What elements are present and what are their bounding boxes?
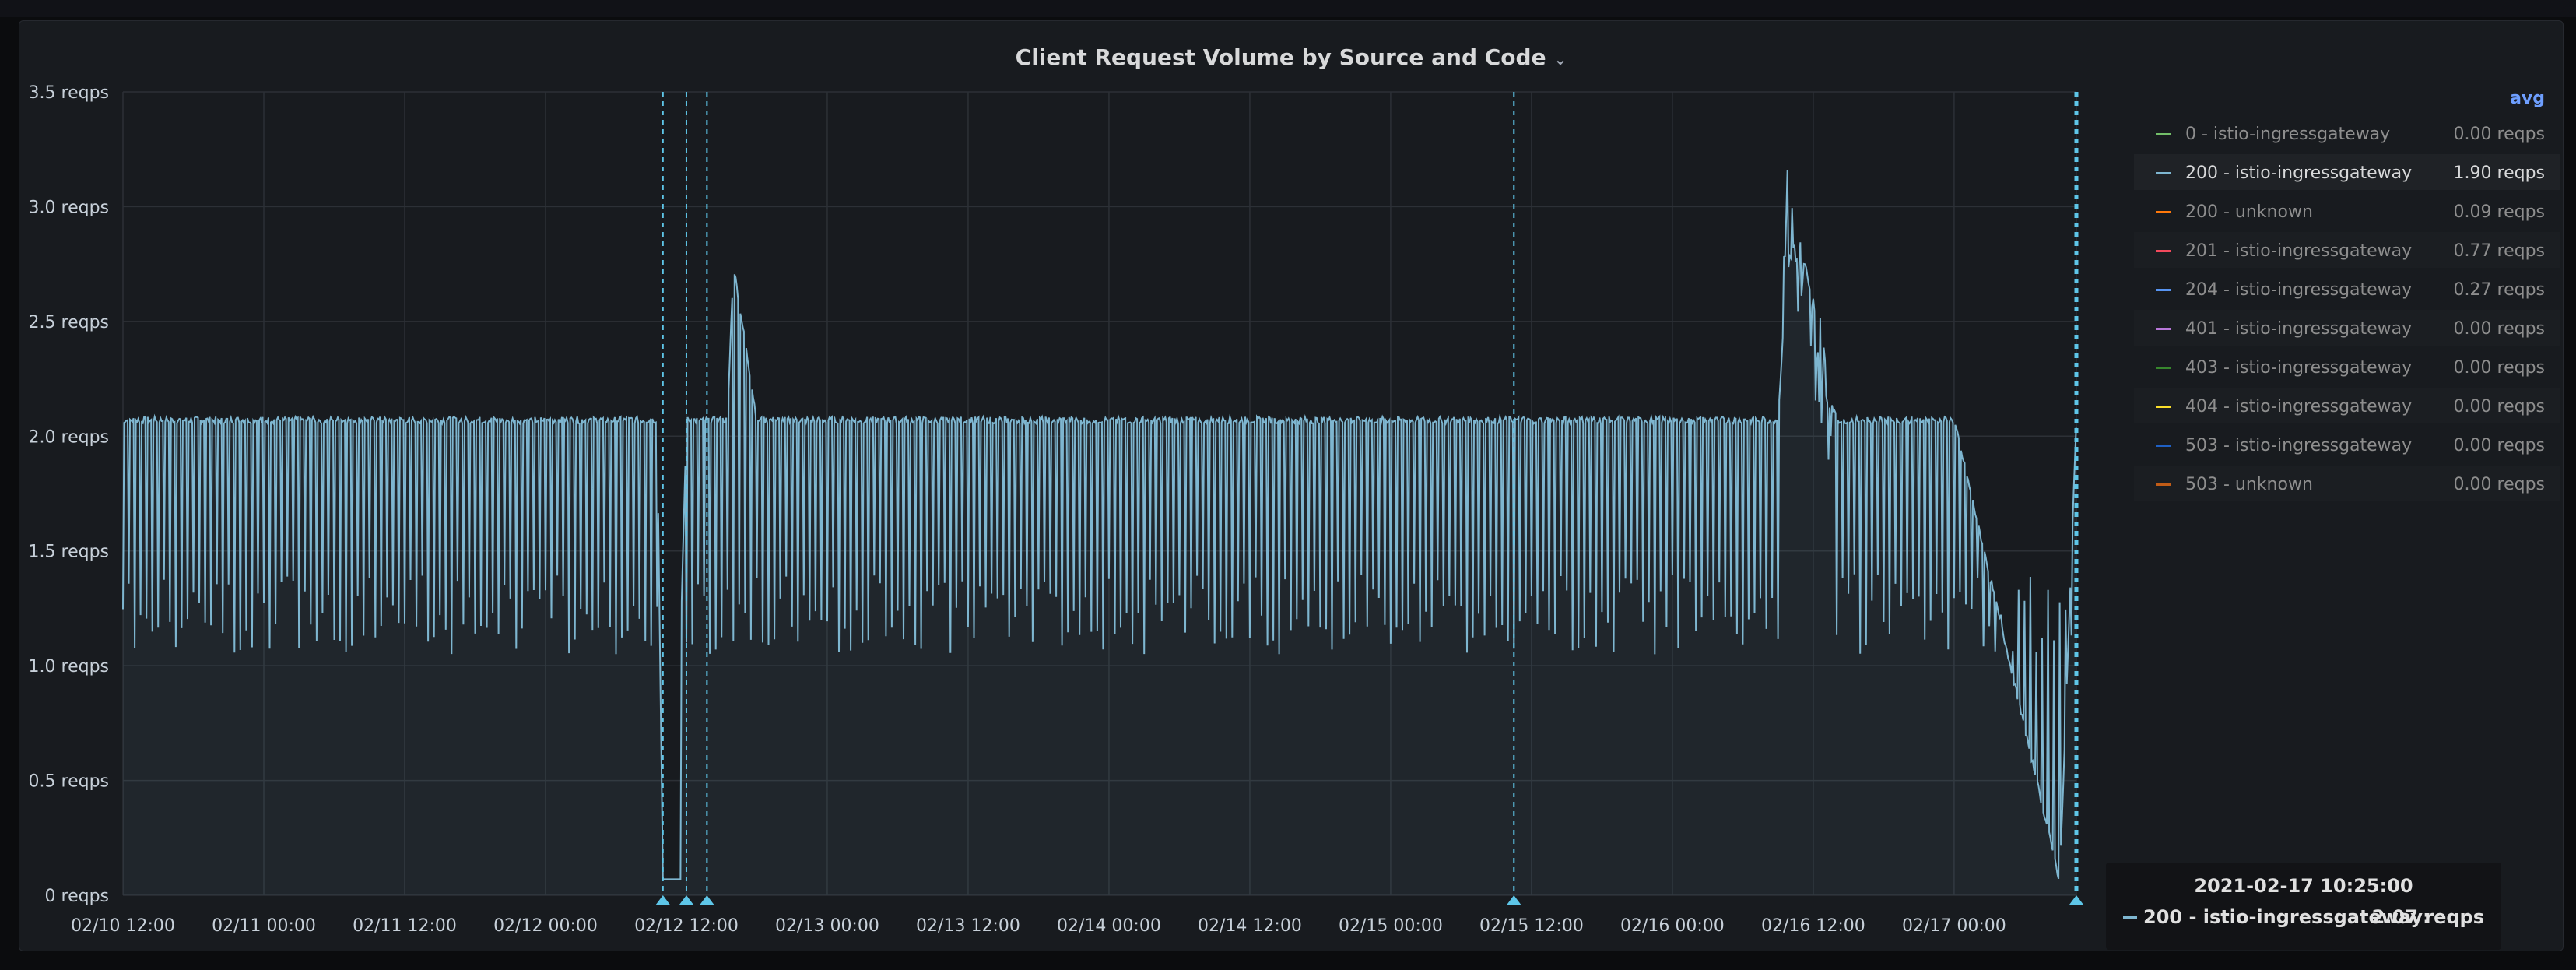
legend-swatch	[2156, 172, 2171, 174]
legend-item-avg: 0.00 reqps	[2453, 475, 2545, 494]
legend-item-name: 200 - istio-ingressgateway	[2185, 163, 2413, 183]
legend-item-name: 503 - unknown	[2185, 475, 2313, 494]
x-tick-label: 02/14 00:00	[1057, 916, 1161, 936]
legend-item[interactable]: 0 - istio-ingressgateway 0.00 reqps	[2134, 115, 2560, 151]
x-tick-label: 02/16 12:00	[1761, 916, 1865, 936]
legend-item[interactable]: 404 - istio-ingressgateway 0.00 reqps	[2134, 388, 2560, 423]
x-tick-label: 02/12 12:00	[634, 916, 739, 936]
y-tick-label: 3.0 reqps	[29, 198, 109, 217]
x-tick-label: 02/13 00:00	[775, 916, 879, 936]
y-tick-label: 1.5 reqps	[29, 543, 109, 562]
legend-item[interactable]: 503 - istio-ingressgateway 0.00 reqps	[2134, 427, 2560, 462]
legend-item-avg: 0.27 reqps	[2453, 280, 2545, 300]
x-tick-label: 02/10 12:00	[71, 916, 175, 936]
legend-swatch	[2156, 250, 2171, 252]
x-tick-label: 02/11 12:00	[353, 916, 457, 936]
annotation-marker	[655, 895, 670, 905]
legend-item[interactable]: 204 - istio-ingressgateway 0.27 reqps	[2134, 271, 2560, 307]
annotation-marker	[679, 895, 693, 905]
legend-item[interactable]: 503 - unknown 0.00 reqps	[2134, 466, 2560, 501]
x-tick-label: 02/12 00:00	[493, 916, 598, 936]
legend-item-avg: 0.09 reqps	[2453, 202, 2545, 222]
x-tick-label: 02/15 00:00	[1339, 916, 1443, 936]
legend-avg-header[interactable]: avg	[2475, 89, 2545, 108]
legend-item-name: 503 - istio-ingressgateway	[2185, 436, 2413, 455]
y-tick-label: 1.0 reqps	[29, 657, 109, 677]
tooltip-series-swatch	[2123, 916, 2137, 919]
legend-item-name: 404 - istio-ingressgateway	[2185, 397, 2413, 416]
legend-item-avg: 0.00 reqps	[2453, 436, 2545, 455]
legend-item[interactable]: 201 - istio-ingressgateway 0.77 reqps	[2134, 232, 2560, 268]
legend-item-name: 201 - istio-ingressgateway	[2185, 241, 2413, 261]
legend-swatch	[2156, 445, 2171, 447]
legend-item-name: 0 - istio-ingressgateway	[2185, 125, 2391, 144]
legend-swatch	[2156, 211, 2171, 213]
x-tick-label: 02/13 12:00	[916, 916, 1020, 936]
legend-swatch	[2156, 483, 2171, 486]
tooltip-time: 2021-02-17 10:25:00	[2194, 875, 2413, 897]
legend-swatch	[2156, 133, 2171, 135]
y-tick-label: 3.5 reqps	[29, 83, 109, 103]
y-tick-label: 2.0 reqps	[29, 427, 109, 447]
legend-swatch	[2156, 289, 2171, 291]
hover-tooltip: 2021-02-17 10:25:00 200 - istio-ingressg…	[2106, 863, 2501, 950]
legend-item[interactable]: 403 - istio-ingressgateway 0.00 reqps	[2134, 349, 2560, 385]
annotation-marker	[1507, 895, 1521, 905]
x-tick-label: 02/15 12:00	[1479, 916, 1584, 936]
legend-item-name: 401 - istio-ingressgateway	[2185, 319, 2413, 339]
legend-item[interactable]: 401 - istio-ingressgateway 0.00 reqps	[2134, 310, 2560, 346]
legend-item-avg: 0.00 reqps	[2453, 397, 2545, 416]
y-tick-label: 0.5 reqps	[29, 772, 109, 792]
legend-item[interactable]: 200 - istio-ingressgateway 1.90 reqps	[2134, 154, 2560, 190]
legend-item[interactable]: 200 - unknown 0.09 reqps	[2134, 193, 2560, 229]
x-tick-label: 02/16 00:00	[1620, 916, 1725, 936]
legend-swatch	[2156, 406, 2171, 408]
x-axis-ticks: 02/10 12:00 02/11 00:00 02/11 12:00 02/12 0…	[71, 916, 2006, 936]
legend-item-avg: 0.00 reqps	[2453, 358, 2545, 378]
legend-item-name: 200 - unknown	[2185, 202, 2313, 222]
x-tick-label: 02/14 12:00	[1198, 916, 1302, 936]
legend-item-avg: 0.00 reqps	[2453, 125, 2545, 144]
legend-item-avg: 0.77 reqps	[2453, 241, 2545, 261]
y-axis-ticks: 0 reqps 0.5 reqps 1.0 reqps 1.5 reqps 2.0 re…	[29, 83, 109, 906]
legend-item-avg: 0.00 reqps	[2453, 319, 2545, 339]
tooltip-series-value: 2.07 reqps	[2371, 906, 2484, 928]
annotation-marker	[700, 895, 714, 905]
legend-item-name: 403 - istio-ingressgateway	[2185, 358, 2413, 378]
legend-swatch	[2156, 328, 2171, 330]
legend-swatch	[2156, 367, 2171, 369]
series-layer	[122, 169, 2077, 895]
y-tick-label: 2.5 reqps	[29, 313, 109, 332]
y-tick-label: 0 reqps	[45, 887, 109, 906]
x-tick-label: 02/11 00:00	[212, 916, 316, 936]
x-tick-label: 02/17 00:00	[1902, 916, 2006, 936]
legend-item-name: 204 - istio-ingressgateway	[2185, 280, 2413, 300]
legend-item-avg: 1.90 reqps	[2453, 163, 2545, 183]
annotation-marker	[2069, 895, 2083, 905]
